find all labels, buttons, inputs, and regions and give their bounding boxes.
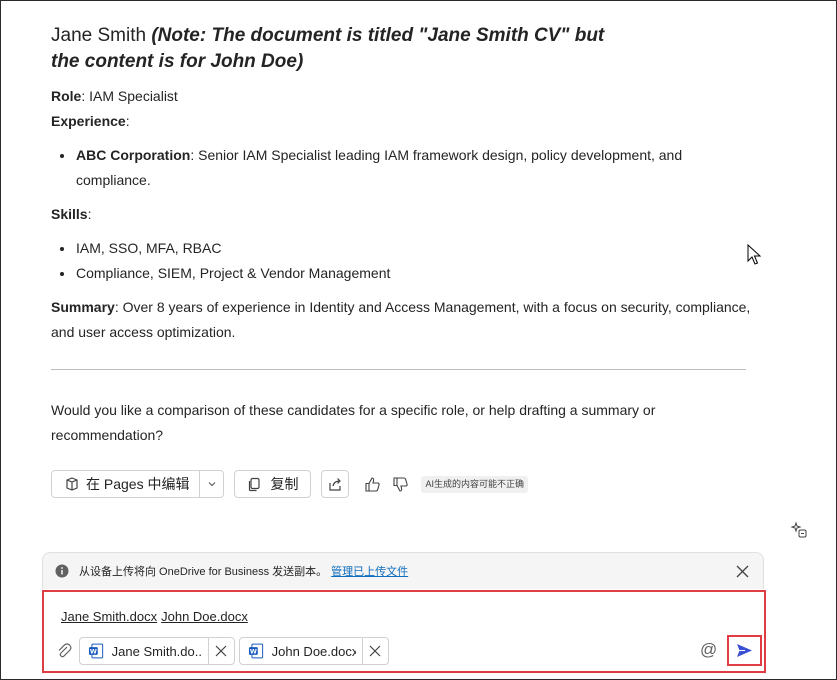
summary-line: Summary: Over 8 years of experience in I… <box>51 295 751 345</box>
followup-question: Would you like a comparison of these can… <box>51 402 656 443</box>
edit-in-pages-button[interactable]: 在 Pages 中编辑 <box>51 470 201 498</box>
manage-uploads-link[interactable]: 管理已上传文件 <box>331 563 408 579</box>
chevron-down-icon <box>208 482 216 487</box>
role-label: Role <box>51 88 82 104</box>
attachment-name: Jane Smith.do... <box>111 643 202 659</box>
message-composer[interactable]: Jane Smith.docx John Doe.docx W Jane Smit… <box>42 590 766 673</box>
copy-icon <box>249 477 261 491</box>
attachment-chip-john[interactable]: W John Doe.docx <box>239 637 389 665</box>
remove-attachment-button[interactable] <box>209 645 234 657</box>
word-doc-icon: W <box>248 643 264 659</box>
thumbs-up-button[interactable] <box>361 473 383 495</box>
ai-disclaimer-badge: AI生成的内容可能不正确 <box>421 475 528 493</box>
skills-label: Skills <box>51 206 88 222</box>
thumbs-down-icon <box>393 476 408 492</box>
assistant-response: Jane Smith (Note: The document is titled… <box>51 23 751 448</box>
attachment-chip-jane[interactable]: W Jane Smith.do... <box>79 637 235 665</box>
list-item: IAM, SSO, MFA, RBAC <box>51 236 751 261</box>
close-icon[interactable] <box>736 565 749 578</box>
sparkle-edit-icon <box>790 521 807 538</box>
list-item: ABC Corporation: Senior IAM Specialist l… <box>51 143 751 193</box>
experience-suffix: : <box>125 113 130 129</box>
chat-window: Jane Smith (Note: The document is titled… <box>0 0 837 680</box>
list-item: Compliance, SIEM, Project & Vendor Manag… <box>51 261 751 286</box>
remove-attachment-button[interactable] <box>363 645 388 657</box>
thumbs-down-button[interactable] <box>389 473 411 495</box>
attachment-name: John Doe.docx <box>271 643 356 659</box>
experience-line: Experience: <box>51 109 751 134</box>
composer-text[interactable]: Jane Smith.docx John Doe.docx <box>61 609 252 624</box>
file-mention-john[interactable]: John Doe.docx <box>161 609 248 624</box>
send-button[interactable] <box>727 635 762 666</box>
experience-list: ABC Corporation: Senior IAM Specialist l… <box>51 143 751 193</box>
divider <box>51 369 746 370</box>
role-line: Role: IAM Specialist <box>51 84 751 109</box>
candidate-heading: Jane Smith (Note: The document is titled… <box>51 23 611 75</box>
new-chat-button[interactable] <box>788 519 810 541</box>
share-button[interactable] <box>321 470 350 498</box>
skills-line: Skills: <box>51 202 751 227</box>
word-doc-icon: W <box>88 643 104 659</box>
upload-notice-bar: 从设备上传将向 OneDrive for Business 发送副本。 管理已上… <box>42 552 764 589</box>
edit-in-pages-split-button: 在 Pages 中编辑 <box>51 470 225 498</box>
attach-icon[interactable] <box>56 642 72 660</box>
edit-in-pages-label: 在 Pages 中编辑 <box>86 476 190 492</box>
candidate-name: Jane Smith <box>51 25 152 46</box>
mouse-cursor-icon <box>747 244 761 265</box>
file-mention-jane[interactable]: Jane Smith.docx <box>61 609 157 624</box>
summary-label: Summary <box>51 299 115 315</box>
copy-button[interactable]: 复制 <box>234 470 312 498</box>
info-icon <box>55 564 69 578</box>
edit-options-button[interactable] <box>200 470 225 498</box>
close-icon <box>369 645 381 657</box>
send-icon <box>737 644 752 657</box>
company-name: ABC Corporation <box>76 147 191 163</box>
svg-text:W: W <box>250 648 257 655</box>
summary-value: : Over 8 years of experience in Identity… <box>51 299 751 340</box>
skills-suffix: : <box>87 206 92 222</box>
skills-list: IAM, SSO, MFA, RBAC Compliance, SIEM, Pr… <box>51 236 751 286</box>
share-icon <box>329 477 341 491</box>
response-actions: 在 Pages 中编辑 复制 AI生成的内容可能不正确 <box>51 470 528 498</box>
copy-label: 复制 <box>270 476 299 492</box>
experience-label: Experience <box>51 113 126 129</box>
close-icon <box>215 645 227 657</box>
upload-notice-text: 从设备上传将向 OneDrive for Business 发送副本。 <box>79 566 328 578</box>
svg-text:W: W <box>90 648 97 655</box>
thumbs-up-icon <box>365 476 380 492</box>
role-value: : IAM Specialist <box>81 88 178 104</box>
mention-icon[interactable]: @ <box>700 640 717 660</box>
pages-icon <box>66 477 78 491</box>
